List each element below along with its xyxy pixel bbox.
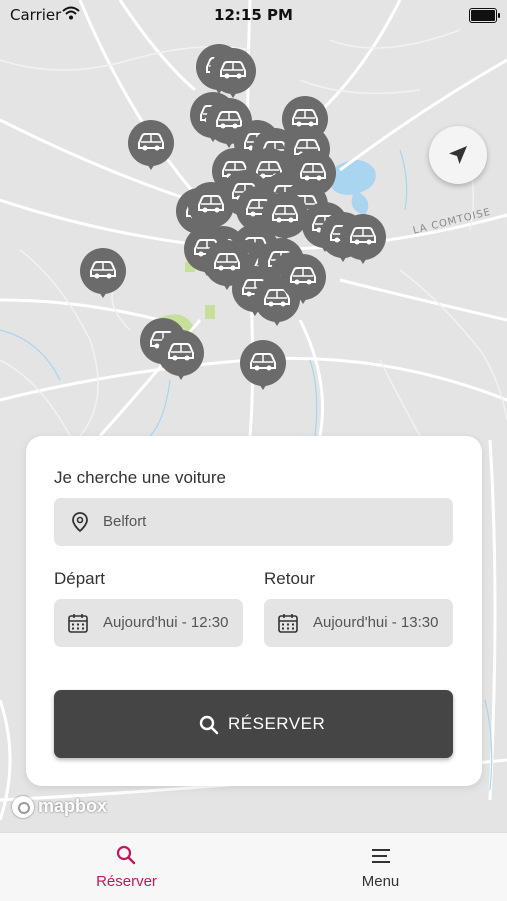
- car-icon: [290, 267, 316, 285]
- car-pin-tail: [142, 156, 160, 170]
- car-pin-tail: [94, 284, 112, 298]
- calendar-icon: [278, 614, 298, 633]
- mapbox-wordmark: mapbox: [38, 796, 108, 816]
- retour-date-field[interactable]: Aujourd'hui - 13:30: [264, 599, 453, 647]
- car-pin-tail: [268, 312, 286, 326]
- car-pin-tail: [354, 250, 372, 264]
- car-pin[interactable]: [80, 248, 126, 306]
- calendar-icon: [68, 614, 88, 633]
- reserve-button[interactable]: RÉSERVER: [54, 690, 453, 758]
- depart-date-field[interactable]: Aujourd'hui - 12:30: [54, 599, 243, 647]
- depart-date-value: Aujourd'hui - 12:30: [103, 614, 229, 631]
- car-icon: [350, 227, 376, 245]
- battery-icon: [469, 8, 500, 23]
- car-pin-tail: [172, 366, 190, 380]
- car-pin[interactable]: [158, 330, 204, 388]
- car-pin[interactable]: [240, 340, 286, 398]
- car-icon: [168, 343, 194, 361]
- car-pin-tail: [254, 376, 272, 390]
- mapbox-logo-icon: [12, 796, 34, 818]
- search-card: Je cherche une voiture Belfort Départ Re…: [26, 436, 482, 786]
- reserve-button-label: RÉSERVER: [228, 714, 326, 733]
- tab-reserver[interactable]: Réserver: [0, 833, 253, 901]
- retour-date-value: Aujourd'hui - 13:30: [313, 614, 439, 631]
- car-icon: [292, 109, 318, 127]
- car-pin[interactable]: [340, 214, 386, 272]
- car-icon: [250, 353, 276, 371]
- car-icon: [90, 261, 116, 279]
- depart-label: Départ: [54, 569, 106, 588]
- tab-bar: Réserver Menu: [0, 832, 507, 901]
- car-icon: [138, 133, 164, 151]
- tab-menu-label: Menu: [361, 873, 400, 890]
- menu-icon: [372, 849, 390, 863]
- location-pin-icon: [72, 512, 88, 533]
- car-pin-tail: [294, 290, 312, 304]
- status-time: 12:15 PM: [214, 6, 293, 24]
- search-icon: [199, 715, 219, 735]
- car-pin[interactable]: [280, 254, 326, 312]
- status-bar: Carrier 12:15 PM: [0, 0, 507, 30]
- search-card-title: Je cherche une voiture: [54, 468, 226, 487]
- locate-me-button[interactable]: [429, 126, 487, 184]
- car-icon: [220, 61, 246, 79]
- search-icon: [116, 845, 136, 865]
- car-icon: [272, 205, 298, 223]
- car-pin[interactable]: [128, 120, 174, 178]
- tab-menu[interactable]: Menu: [254, 833, 507, 901]
- tab-reserver-label: Réserver: [96, 873, 157, 890]
- retour-label: Retour: [264, 569, 316, 588]
- location-value: Belfort: [103, 513, 147, 530]
- location-field[interactable]: Belfort: [54, 498, 453, 546]
- navigation-arrow-icon: [449, 146, 467, 164]
